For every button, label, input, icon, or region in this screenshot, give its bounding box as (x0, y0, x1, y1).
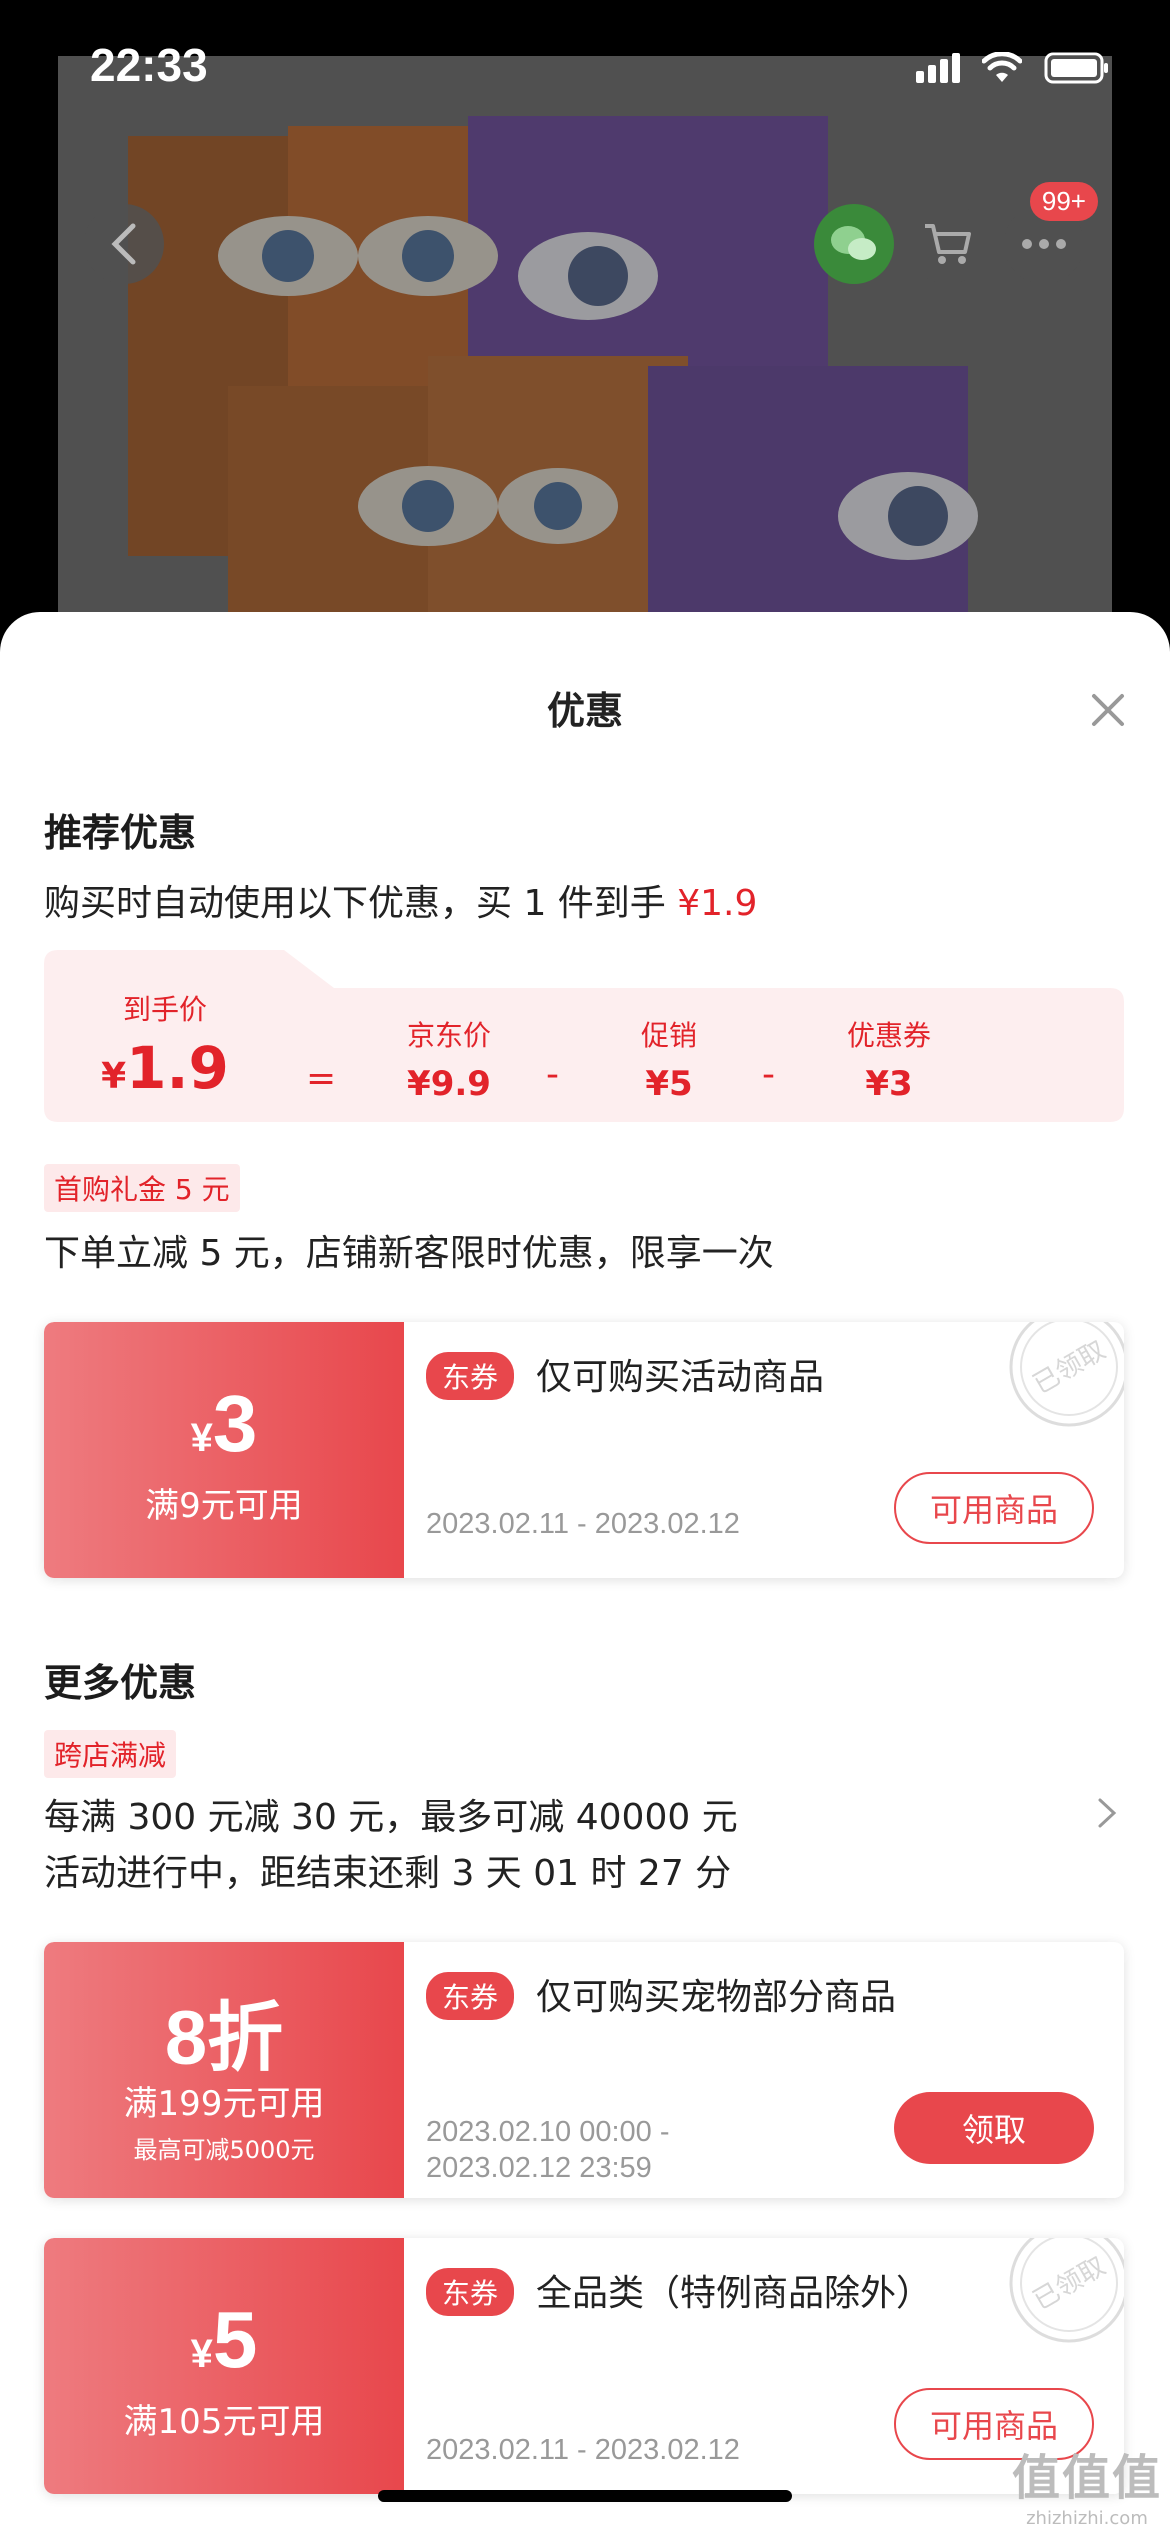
jd-price-label: 京东价 (406, 1019, 491, 1052)
recommended-heading: 推荐优惠 (44, 811, 197, 855)
coupon-type-tag: 东券 (426, 1352, 515, 1400)
coupon-date: 2023.02.11 - 2023.02.12 (426, 2434, 740, 2466)
more-icon (1022, 239, 1066, 249)
coupon-amount: ¥5 (44, 2294, 404, 2386)
sheet-title: 优惠 (546, 689, 623, 733)
coupon-type-tag: 东券 (426, 2268, 515, 2316)
background-page: 22:33 99+ (0, 0, 1170, 656)
coupon-discount: 优惠券 ¥3 (814, 1014, 964, 1104)
currency-symbol: ¥ (190, 1416, 213, 1460)
summary-price: ¥1.9 (677, 883, 758, 924)
coupon-condition: 满199元可用 (123, 2084, 325, 2124)
coupon-card: 8折 满199元可用 最高可减5000元 东券 仅可购买宠物部分商品 2023.… (44, 1942, 1124, 2198)
coupon-value-panel: ¥3 满9元可用 (44, 1322, 404, 1578)
recommended-summary: 购买时自动使用以下优惠，买 1 件到手 ¥1.9 (44, 874, 757, 926)
promo-value: ¥5 (645, 1064, 693, 1104)
signal-icon (916, 53, 960, 83)
currency-symbol: ¥ (190, 2332, 213, 2376)
coupon-description: 全品类（特例商品除外） (536, 2273, 933, 2314)
coupon-amount-number: 3 (212, 1379, 258, 1468)
cross-store-countdown: 活动进行中，距结束还剩 3 天 01 时 27 分 (44, 1853, 732, 1894)
close-icon[interactable] (1090, 692, 1126, 728)
final-price-number: 1.9 (126, 1034, 229, 1102)
cart-icon (925, 224, 971, 264)
coupon-amount: 8折 (44, 1976, 404, 2086)
coupon-date: 2023.02.10 00:00 - 2023.02.12 23:59 (426, 2114, 669, 2186)
status-time: 22:33 (90, 39, 208, 91)
coupon-description: 仅可购买宠物部分商品 (536, 1977, 897, 2018)
discount-sheet: 优惠 推荐优惠 购买时自动使用以下优惠，买 1 件到手 ¥1.9 到手价 ¥1.… (0, 612, 1170, 2532)
coupon-value-panel: ¥5 满105元可用 (44, 2238, 404, 2494)
final-price: 到手价 ¥1.9 (90, 988, 240, 1102)
back-button[interactable] (84, 204, 164, 284)
coupon-condition: 满9元可用 (145, 1486, 303, 1526)
claimed-stamp: 已领取 (1009, 1322, 1124, 1427)
battery-icon (1044, 52, 1110, 84)
status-icons (916, 52, 1110, 84)
coupon-amount: ¥3 (44, 1378, 404, 1470)
coupon-amount-number: 5 (212, 2295, 258, 2384)
final-price-label: 到手价 (122, 993, 207, 1026)
claimed-stamp-text: 已领取 (1028, 2251, 1111, 2316)
cart-badge: 99+ (1029, 182, 1098, 221)
final-price-symbol: ¥ (101, 1056, 127, 1097)
claimed-stamp-text: 已领取 (1028, 1335, 1111, 1400)
promo-label: 促销 (640, 1019, 697, 1052)
jd-price-value: ¥9.9 (407, 1064, 491, 1104)
coupon-type-tag: 东券 (426, 1972, 515, 2020)
promo-discount: 促销 ¥5 (604, 1014, 734, 1104)
coupon-condition: 满105元可用 (123, 2402, 325, 2442)
share-wechat-button[interactable] (814, 204, 894, 284)
final-price-value: ¥1.9 (90, 1034, 240, 1102)
coupon-card: ¥5 满105元可用 东券 全品类（特例商品除外） 2023.02.11 - 2… (44, 2238, 1124, 2494)
coupon-max-discount: 最高可减5000元 (133, 2136, 315, 2164)
coupon-date: 2023.02.11 - 2023.02.12 (426, 1508, 740, 1540)
more-button[interactable]: 99+ (1004, 182, 1098, 284)
more-heading: 更多优惠 (44, 1661, 197, 1705)
minus-sign: - (546, 1054, 559, 1095)
summary-text: 购买时自动使用以下优惠，买 1 件到手 (44, 883, 678, 924)
wifi-icon (982, 52, 1022, 84)
dim-overlay (58, 56, 1112, 656)
watermark-url: zhizhizhi.com (1026, 2508, 1148, 2529)
available-products-button[interactable]: 可用商品 (894, 1472, 1094, 1544)
product-gallery (58, 56, 1112, 656)
coupon-description: 仅可购买活动商品 (536, 1357, 825, 1398)
jd-price: 京东价 ¥9.9 (364, 1014, 534, 1104)
coupon-date-end: 2023.02.12 23:59 (426, 2152, 652, 2184)
watermark-logo: 值值值 (1011, 2450, 1162, 2506)
coupon-date-start: 2023.02.10 00:00 - (426, 2116, 670, 2148)
cross-store-rule: 每满 300 元减 30 元，最多可减 40000 元 (44, 1797, 738, 1838)
coupon-card: ¥3 满9元可用 东券 仅可购买活动商品 2023.02.11 - 2023.0… (44, 1322, 1124, 1578)
wechat-icon (831, 226, 876, 260)
cross-store-tag: 跨店满减 (44, 1730, 177, 1778)
chevron-left-icon (111, 223, 136, 265)
coupon-discount-label: 优惠券 (846, 1019, 931, 1052)
coupon-amount-number: 8折 (164, 1996, 284, 2081)
price-breakdown: 到手价 ¥1.9 = 京东价 ¥9.9 - 促销 ¥5 - 优惠券 ¥3 (44, 950, 1124, 1122)
coupon-value-panel: 8折 满199元可用 最高可减5000元 (44, 1942, 404, 2198)
cart-button[interactable] (908, 204, 988, 284)
equals-sign: = (306, 1058, 337, 1099)
claimed-stamp: 已领取 (1009, 2238, 1124, 2343)
home-indicator[interactable] (378, 2490, 792, 2502)
chevron-right-icon[interactable] (1096, 1796, 1118, 1830)
watermark: 值值值 zhizhizhi.com (1012, 2438, 1162, 2529)
coupon-discount-value: ¥3 (865, 1064, 913, 1104)
minus-sign: - (762, 1054, 775, 1095)
gift-tag: 首购礼金 5 元 (44, 1164, 240, 1212)
gift-description: 下单立减 5 元，店铺新客限时优惠，限享一次 (44, 1233, 774, 1274)
claim-coupon-button[interactable]: 领取 (894, 2092, 1094, 2164)
